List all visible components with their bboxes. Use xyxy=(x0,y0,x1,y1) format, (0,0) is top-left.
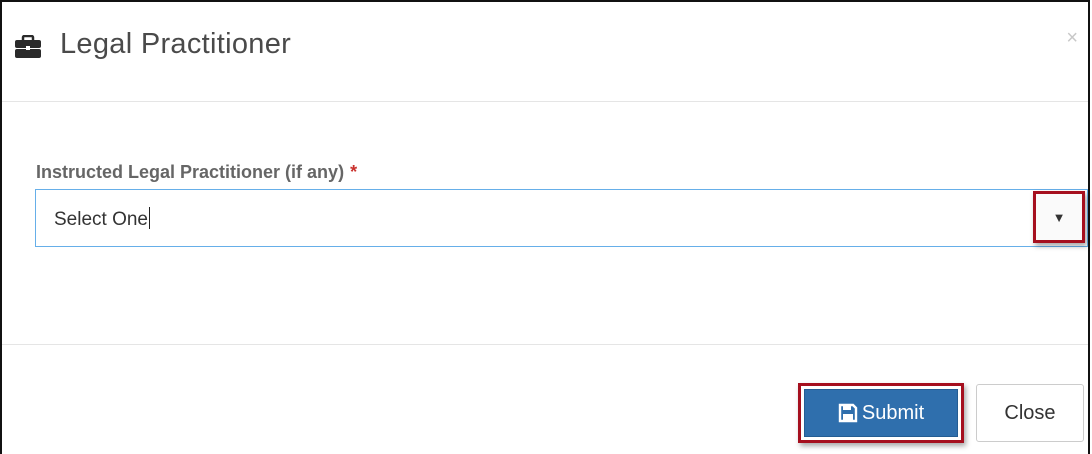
close-icon[interactable]: × xyxy=(1066,28,1078,48)
dropdown-toggle-button[interactable]: ▼ xyxy=(1033,191,1085,243)
dialog-header: Legal Practitioner × xyxy=(2,2,1088,102)
select-value-text: Select One xyxy=(54,209,148,230)
submit-button[interactable]: Submit xyxy=(804,389,958,437)
chevron-down-icon: ▼ xyxy=(1052,209,1066,225)
text-cursor xyxy=(149,207,150,229)
close-button[interactable]: Close xyxy=(976,384,1084,442)
required-marker: * xyxy=(350,162,358,182)
field-label: Instructed Legal Practitioner (if any) * xyxy=(36,162,357,183)
dialog-title: Legal Practitioner xyxy=(60,28,292,60)
dialog-footer: Submit Close xyxy=(2,345,1088,454)
legal-practitioner-dialog: Legal Practitioner × Instructed Legal Pr… xyxy=(0,0,1090,454)
field-label-text: Instructed Legal Practitioner (if any) xyxy=(36,162,345,182)
legal-practitioner-select[interactable]: Select One ▼ xyxy=(35,189,1088,247)
briefcase-icon xyxy=(15,35,41,58)
submit-highlight: Submit xyxy=(798,383,964,443)
select-value: Select One xyxy=(54,207,150,231)
save-icon xyxy=(838,403,858,423)
submit-label: Submit xyxy=(861,401,925,424)
dialog-body: Instructed Legal Practitioner (if any) * … xyxy=(2,102,1088,345)
